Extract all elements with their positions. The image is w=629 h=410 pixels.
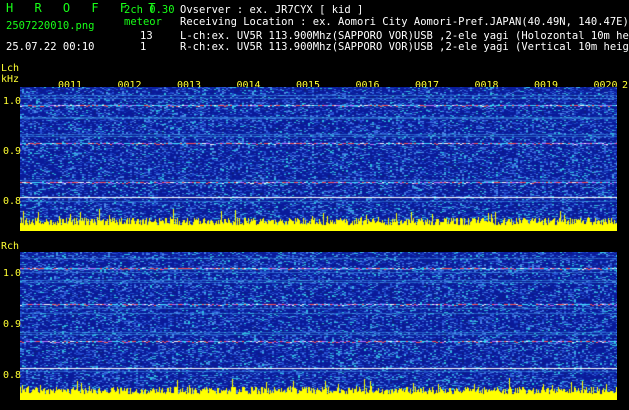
datetime-label: 25.07.22 00:10 (6, 41, 95, 53)
lch-freq-tick-1.0: 1.0 (3, 96, 22, 107)
filename-label: 2507220010.png (6, 20, 95, 32)
meteor-label: meteor (124, 16, 162, 28)
rch-freq-tick-0.9: 0.9 (3, 319, 22, 330)
rch-freq-tick-0.8: 0.8 (3, 370, 22, 381)
version-label: 2ch 0.30 (124, 4, 175, 16)
meteor-count-rch: 1 (140, 41, 147, 53)
lch-waterfall (20, 87, 617, 231)
rch-channel-label: Rch (1, 241, 20, 252)
lch-unit-label: kHz (1, 74, 20, 85)
lch-freq-tick-0.9: 0.9 (3, 146, 22, 157)
time-edge-tick: 2 (622, 80, 629, 91)
rch-info-line: R-ch:ex. UV5R 113.900Mhz(SAPPORO VOR)USB… (180, 41, 629, 53)
lch-channel-label: Lch (1, 63, 20, 74)
lch-freq-tick-0.8: 0.8 (3, 196, 22, 207)
rch-freq-tick-1.0: 1.0 (3, 268, 22, 279)
observer-line: Ovserver : ex. JR7CYX [ kid ] (180, 4, 364, 16)
rch-waterfall (20, 252, 617, 400)
location-line: Receiving Location : ex. Aomori City Aom… (180, 16, 629, 28)
